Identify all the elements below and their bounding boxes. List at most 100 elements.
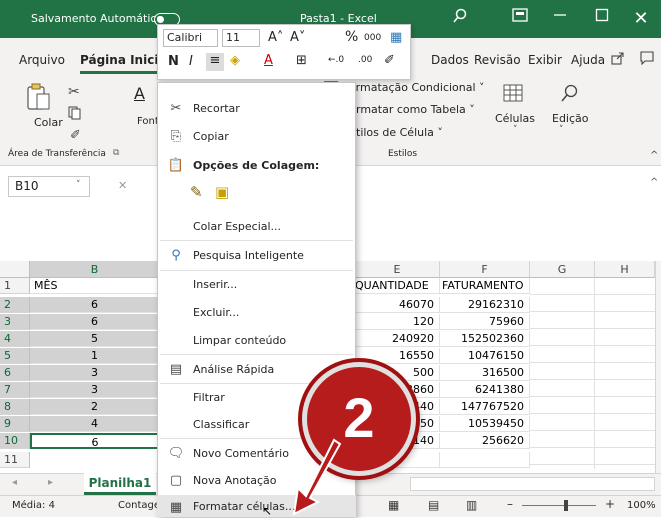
- normal-view-icon[interactable]: ▦: [388, 498, 399, 512]
- cell-e[interactable]: 16550: [355, 348, 440, 364]
- zoom-slider[interactable]: [522, 505, 596, 506]
- cell-f1[interactable]: FATURAMENTO: [440, 278, 530, 294]
- column-header-g[interactable]: G: [530, 261, 595, 278]
- tab-revisao[interactable]: Revisão: [474, 53, 521, 67]
- mini-fill-color-icon[interactable]: ◈: [230, 53, 240, 68]
- row-header[interactable]: 5: [0, 348, 30, 364]
- zoom-in-icon[interactable]: +: [605, 497, 615, 511]
- cell-styles-button[interactable]: tilos de Célula ˅: [356, 126, 443, 139]
- menu-item-colar-especial[interactable]: Colar Especial...: [157, 214, 356, 240]
- conditional-formatting-button[interactable]: Formatação Condicional ˅: [343, 81, 485, 94]
- cell-e1[interactable]: QUANTIDADE: [355, 278, 440, 294]
- cell-b[interactable]: 3: [30, 365, 160, 381]
- mini-format-painter-icon[interactable]: ✐: [384, 53, 395, 68]
- mini-bold-button[interactable]: N: [168, 54, 179, 69]
- row-header[interactable]: 10: [0, 433, 30, 449]
- zoom-out-icon[interactable]: –: [507, 497, 513, 511]
- mini-align-icon[interactable]: ≡: [206, 53, 224, 71]
- cell-b[interactable]: 4: [30, 416, 160, 432]
- row-header[interactable]: 7: [0, 382, 30, 398]
- zoom-level[interactable]: 100%: [627, 500, 656, 511]
- cell-f[interactable]: 256620: [440, 433, 530, 449]
- column-header-f[interactable]: F: [440, 261, 530, 278]
- font-color-icon[interactable]: A: [134, 84, 145, 103]
- cells-button[interactable]: Células: [495, 112, 535, 125]
- menu-item-limpar-conteudo[interactable]: Limpar conteúdo: [157, 328, 356, 354]
- cell-f[interactable]: 316500: [440, 365, 530, 381]
- tab-dados[interactable]: Dados: [431, 53, 469, 67]
- formula-cancel-icon[interactable]: ✕: [118, 179, 127, 192]
- mini-font-name[interactable]: Calibri: [163, 29, 218, 47]
- cut-icon[interactable]: ✂: [68, 84, 80, 100]
- mini-borders-icon[interactable]: ⊞: [296, 53, 307, 68]
- cell-f11[interactable]: [440, 452, 530, 468]
- column-header-b[interactable]: B: [30, 261, 160, 278]
- close-icon[interactable]: ✕: [621, 0, 661, 38]
- page-break-icon[interactable]: ▥: [466, 498, 477, 512]
- clipboard-launcher-icon[interactable]: ⧉: [113, 148, 119, 158]
- mini-decrease-decimal-icon[interactable]: .00: [358, 55, 372, 65]
- prev-sheet-icon[interactable]: ◂: [12, 477, 17, 488]
- tab-arquivo[interactable]: Arquivo: [19, 53, 65, 67]
- horizontal-scrollbar[interactable]: [410, 477, 655, 491]
- menu-item-excluir[interactable]: Excluir...: [157, 300, 356, 326]
- cells-icon[interactable]: [502, 82, 524, 104]
- grow-font-icon[interactable]: A˄: [268, 30, 283, 45]
- column-header-h[interactable]: H: [595, 261, 655, 278]
- comments-icon[interactable]: [640, 51, 656, 67]
- row-header[interactable]: 6: [0, 365, 30, 381]
- cell-e[interactable]: 46070: [355, 297, 440, 313]
- cell-b[interactable]: 1: [30, 348, 160, 364]
- tab-exibir[interactable]: Exibir: [528, 53, 562, 67]
- mini-thousands-button[interactable]: 000: [364, 33, 381, 43]
- mini-italic-button[interactable]: I: [189, 54, 193, 69]
- menu-item-pesquisa-inteligente[interactable]: ⚲ Pesquisa Inteligente: [157, 243, 356, 269]
- menu-item-copiar[interactable]: ⎘ Copiar: [157, 124, 356, 150]
- empty-cells-g-h[interactable]: [530, 278, 655, 469]
- mini-font-size[interactable]: 11: [222, 29, 260, 47]
- paste-option-values-icon[interactable]: ▣: [215, 183, 229, 201]
- next-sheet-icon[interactable]: ▸: [48, 477, 53, 488]
- cell-b[interactable]: 5: [30, 331, 160, 347]
- cell-f[interactable]: 6241380: [440, 382, 530, 398]
- menu-item-inserir[interactable]: Inserir...: [157, 272, 356, 298]
- vertical-scrollbar[interactable]: [655, 261, 661, 473]
- paste-icon[interactable]: [24, 82, 54, 112]
- collapse-ribbon-icon[interactable]: ^: [650, 150, 658, 161]
- row-header[interactable]: 1: [0, 278, 30, 294]
- shrink-font-icon[interactable]: A˅: [290, 30, 305, 45]
- row-header[interactable]: 11: [0, 452, 30, 468]
- format-painter-icon[interactable]: ✐: [70, 128, 81, 143]
- copy-icon[interactable]: [68, 106, 82, 120]
- page-layout-icon[interactable]: ▤: [428, 498, 439, 512]
- cell-e[interactable]: 120: [355, 314, 440, 330]
- paste-button[interactable]: Colar: [34, 116, 63, 129]
- ribbon-display-icon[interactable]: [508, 8, 532, 22]
- mini-percent-button[interactable]: %: [345, 29, 358, 45]
- mini-accounting-icon[interactable]: ▦: [390, 30, 402, 45]
- paste-option-formatting-icon[interactable]: ✎: [190, 183, 203, 201]
- zoom-slider-thumb[interactable]: [564, 500, 568, 511]
- cell-b[interactable]: 6: [30, 314, 160, 330]
- menu-item-recortar[interactable]: ✂ Recortar: [157, 96, 356, 122]
- cell-f[interactable]: 75960: [440, 314, 530, 330]
- cell-f[interactable]: 10476150: [440, 348, 530, 364]
- minimize-icon[interactable]: [548, 8, 572, 22]
- format-as-table-button[interactable]: rmatar como Tabela ˅: [356, 103, 475, 116]
- maximize-icon[interactable]: [590, 8, 614, 22]
- row-header[interactable]: 4: [0, 331, 30, 347]
- cell-f[interactable]: 147767520: [440, 399, 530, 415]
- cell-b10-active[interactable]: 6: [30, 433, 160, 449]
- row-header[interactable]: 9: [0, 416, 30, 432]
- share-icon[interactable]: [611, 51, 627, 67]
- row-header[interactable]: 2: [0, 297, 30, 313]
- editing-button[interactable]: Edição: [552, 112, 589, 125]
- namebox-dropdown-icon[interactable]: ˅: [76, 180, 81, 190]
- cell-e[interactable]: 240920: [355, 331, 440, 347]
- cell-b1[interactable]: MÊS: [30, 278, 160, 294]
- row-header[interactable]: 8: [0, 399, 30, 415]
- mini-font-color-icon[interactable]: A: [264, 53, 273, 68]
- cells-dropdown-icon[interactable]: ˅: [559, 125, 564, 135]
- mini-increase-decimal-icon[interactable]: ←.0: [328, 55, 344, 65]
- search-icon[interactable]: [448, 8, 472, 24]
